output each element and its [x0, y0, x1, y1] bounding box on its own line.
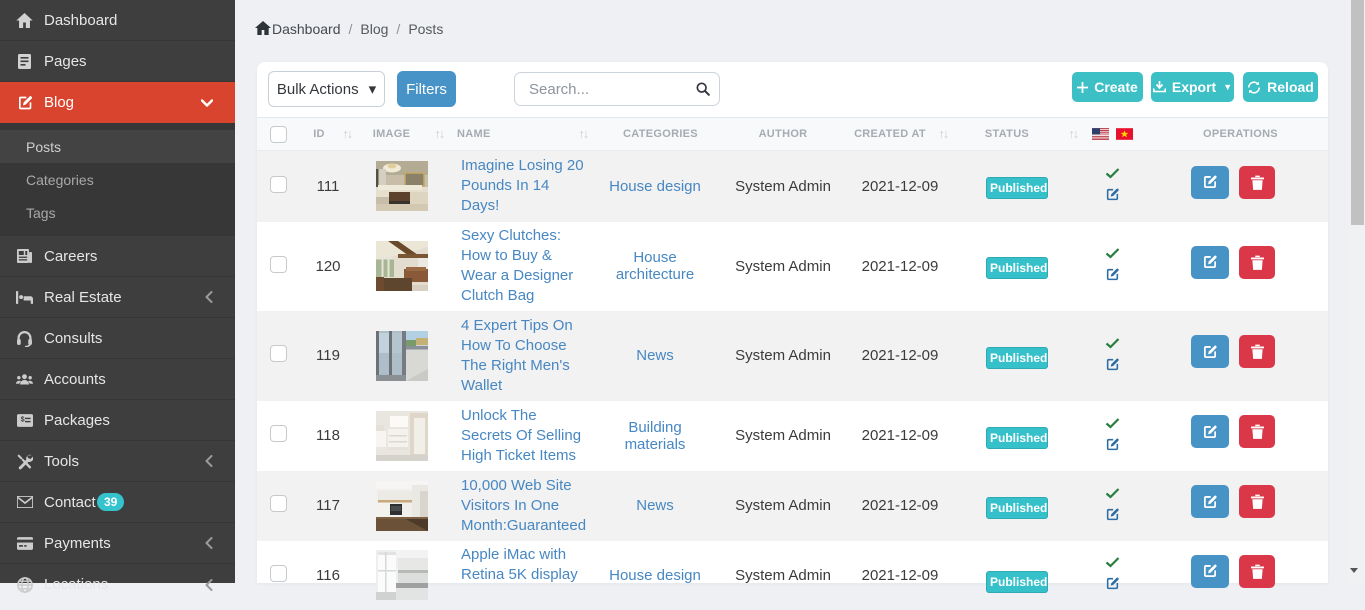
svg-text:$: $ — [20, 414, 24, 423]
